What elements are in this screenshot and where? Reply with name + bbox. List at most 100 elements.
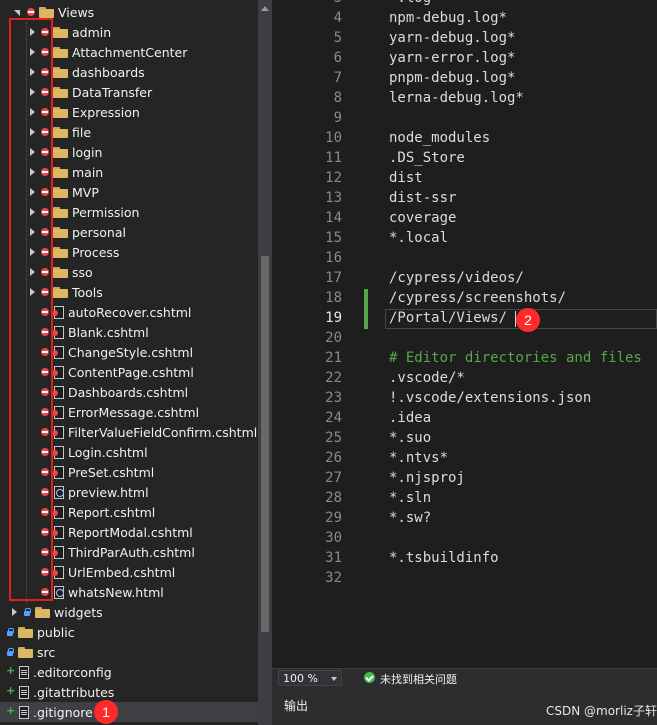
folder-icon [18,646,33,658]
folder-icon [53,186,68,198]
zoom-dropdown[interactable]: 100 % [278,670,342,686]
line-number: 8 [333,90,342,106]
lock-icon [5,647,15,657]
razor-file-icon [52,305,64,319]
zoom-value: 100 % [283,671,318,685]
code-line[interactable]: *.log [389,0,431,6]
tree-item-label: ChangeStyle.cshtml [68,344,194,360]
scroll-up-arrow-icon[interactable] [261,6,269,11]
razor-file-icon [52,505,64,519]
tree-item-label: .gitignore [33,704,93,720]
code-line[interactable]: *.ntvs* [389,450,448,466]
line-number: 28 [325,490,342,506]
change-indicator [364,309,368,329]
tree-item-label: .gitattributes [33,684,115,700]
code-line[interactable]: !.vscode/extensions.json [389,390,591,406]
tree-item-label: .editorconfig [33,664,112,680]
code-line[interactable]: *.suo [389,430,431,446]
tree-item-label: DataTransfer [72,84,153,100]
folder-icon [39,6,54,18]
line-number: 18 [325,290,342,306]
code-line[interactable]: *.local [389,230,448,246]
line-number: 21 [325,350,342,366]
line-number: 17 [325,270,342,286]
line-number: 13 [325,190,342,206]
tree-item-label: ContentPage.cshtml [68,364,194,380]
html-file-icon [54,485,64,499]
code-line[interactable]: *.sln [389,490,431,506]
line-number: 26 [325,450,342,466]
folder-icon [53,46,68,58]
code-line[interactable]: dist [389,170,423,186]
explorer-scrollbar[interactable] [258,0,272,725]
line-number: 31 [325,550,342,566]
tree-item[interactable]: public [0,622,258,642]
code-line[interactable]: yarn-debug.log* [389,30,515,46]
chevron-down-icon [331,677,337,681]
code-line[interactable]: node_modules [389,130,490,146]
line-number: 15 [325,230,342,246]
code-line[interactable]: .idea [389,410,431,426]
line-number: 30 [325,530,342,546]
tree-item[interactable]: .editorconfig [0,662,258,682]
tree-item-label: PreSet.cshtml [68,464,155,480]
razor-file-icon [52,345,64,359]
line-number: 10 [325,130,342,146]
code-line[interactable]: dist-ssr [389,190,456,206]
folder-icon [53,286,68,298]
line-number: 11 [325,150,342,166]
folder-icon [53,266,68,278]
code-line[interactable]: .DS_Store [389,150,465,166]
issues-status-text[interactable]: 未找到相关问题 [380,671,457,687]
code-line[interactable]: npm-debug.log* [389,10,507,26]
code-line[interactable]: # Editor directories and files [389,350,642,366]
code-line[interactable]: /cypress/videos/ [389,270,524,286]
line-number: 16 [325,250,342,266]
expand-arrow-icon[interactable] [10,607,19,617]
tree-item-label: Permission [72,204,140,220]
tree-item-label: dashboards [72,64,145,80]
folder-icon [53,126,68,138]
code-line[interactable]: *.njsproj [389,470,465,486]
tree-item-label: sso [72,264,93,280]
tree-item-label: UrlEmbed.cshtml [68,564,176,580]
file-icon [19,685,29,699]
line-number: 19 [325,310,342,326]
razor-file-icon [52,405,64,419]
line-number: 9 [333,110,342,126]
tree-item[interactable]: .gitignore [0,702,258,722]
code-line[interactable]: .vscode/* [389,370,465,386]
code-line[interactable]: coverage [389,210,456,226]
tree-item-label: Blank.cshtml [68,324,149,340]
line-number: 25 [325,430,342,446]
tree-item-label: AttachmentCenter [72,44,188,60]
line-number: 6 [333,50,342,66]
tree-item[interactable]: .gitattributes [0,682,258,702]
line-number: 20 [325,330,342,346]
code-line[interactable]: *.tsbuildinfo [389,550,499,566]
explorer-scroll-thumb[interactable] [261,256,269,632]
razor-file-icon [52,385,64,399]
expand-arrow-open-icon[interactable] [14,8,23,17]
line-number: 29 [325,510,342,526]
tree-item-label: MVP [72,184,99,200]
tree-item-label: Tools [72,284,103,300]
code-editor[interactable]: 3 4 5 6 7 8 9 10 11 12 13 14 15 16 17 18 19 20 21 22 23 24 25 2… [272,0,657,668]
output-panel-title[interactable]: 输出 [284,697,308,714]
plus-icon [5,684,15,697]
tree-item[interactable]: widgets [0,602,258,622]
code-line[interactable]: *.sw? [389,510,431,526]
tree-item-label: Report.cshtml [68,504,156,520]
output-panel: 输出 CSDN @morliz子轩 [272,686,657,725]
tree-item[interactable]: src [0,642,258,662]
folder-icon [53,106,68,118]
code-line[interactable]: pnpm-debug.log* [389,70,515,86]
razor-file-icon [52,445,64,459]
tree-item-label: Expression [72,104,140,120]
code-line[interactable]: lerna-debug.log* [389,90,524,106]
folder-icon [35,606,50,618]
code-line[interactable]: /cypress/screenshots/ [389,290,566,306]
folder-icon [53,26,68,38]
code-line[interactable]: yarn-error.log* [389,50,515,66]
folder-icon [53,226,68,238]
